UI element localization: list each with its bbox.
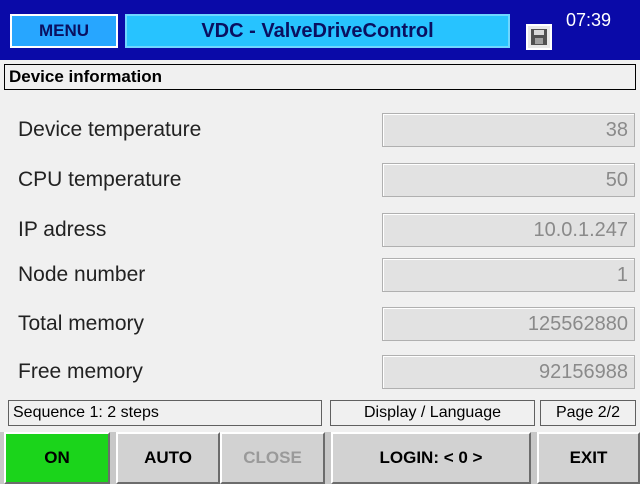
auto-button[interactable]: AUTO [116, 432, 220, 484]
sequence-status: Sequence 1: 2 steps [8, 400, 322, 426]
row-value: 10.0.1.247 [382, 213, 635, 247]
on-button[interactable]: ON [4, 432, 110, 484]
row-free-memory: Free memory 92156988 [0, 352, 640, 392]
menu-button[interactable]: MENU [10, 14, 118, 48]
header-bar: MENU VDC - ValveDriveControl 07:39 [0, 0, 640, 60]
row-ip-address: IP adress 10.0.1.247 [0, 210, 640, 250]
display-language-button[interactable]: Display / Language [330, 400, 535, 426]
floppy-disk-icon[interactable] [526, 24, 552, 50]
clock-display: 07:39 [566, 10, 612, 30]
row-label: Device temperature [18, 118, 202, 141]
row-total-memory: Total memory 125562880 [0, 304, 640, 344]
exit-button[interactable]: EXIT [537, 432, 640, 484]
row-device-temperature: Device temperature 38 [0, 110, 640, 150]
row-value: 125562880 [382, 307, 635, 341]
row-cpu-temperature: CPU temperature 50 [0, 160, 640, 200]
row-value: 38 [382, 113, 635, 147]
row-label: Total memory [18, 312, 145, 335]
row-label: IP adress [18, 218, 107, 241]
login-button[interactable]: LOGIN: < 0 > [331, 432, 531, 484]
row-value: 50 [382, 163, 635, 197]
section-title: Device information [4, 64, 636, 90]
app-title: VDC - ValveDriveControl [125, 14, 510, 48]
row-label: Node number [18, 263, 146, 286]
row-label: Free memory [18, 360, 143, 383]
close-button[interactable]: CLOSE [220, 432, 325, 484]
row-value: 92156988 [382, 355, 635, 389]
floppy-disk-shape [531, 29, 547, 45]
row-node-number: Node number 1 [0, 255, 640, 295]
row-value: 1 [382, 258, 635, 292]
row-label: CPU temperature [18, 168, 182, 191]
page-indicator[interactable]: Page 2/2 [540, 400, 636, 426]
